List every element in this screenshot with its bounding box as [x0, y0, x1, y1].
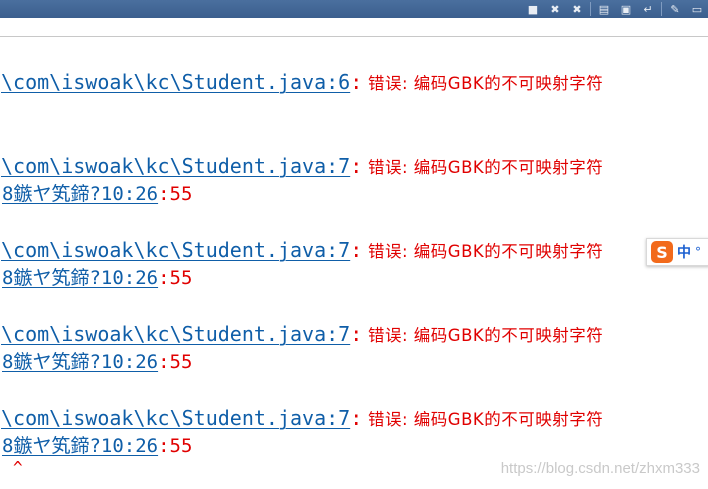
timestamp-tail: :55 — [158, 267, 193, 289]
source-link[interactable]: \com\iswoak\kc\Student.java:7 — [1, 154, 350, 178]
sogou-logo-icon[interactable]: S — [651, 241, 673, 263]
scroll-lock-icon[interactable]: ▤ — [593, 0, 615, 18]
separator-colon: : — [350, 154, 363, 178]
console-divider — [0, 36, 708, 37]
separator-colon: : — [350, 70, 363, 94]
ime-mode-toggle[interactable]: 中 — [677, 242, 691, 262]
source-link[interactable]: \com\iswoak\kc\Student.java:7 — [1, 406, 350, 430]
separator-colon: : — [350, 238, 363, 262]
toolbar-icons: ■ ✖ ✖ ▤ ▣ ↵ ✎ ▭ — [522, 0, 708, 18]
console-error-line: \com\iswoak\kc\Student.java:7: 错误: 编码GBK… — [1, 154, 603, 180]
remove-launch-icon[interactable]: ✖ — [544, 0, 566, 18]
timestamp-tail: :55 — [158, 435, 193, 457]
error-message: 错误: 编码GBK的不可映射字符 — [362, 242, 604, 261]
source-link[interactable]: \com\iswoak\kc\Student.java:6 — [1, 70, 350, 94]
timestamp-line: 8鏃ヤ笂鍗?10:26:55 — [2, 267, 192, 289]
separator-colon: : — [350, 322, 363, 346]
timestamp-line: 8鏃ヤ笂鍗?10:26:55 — [2, 435, 192, 457]
console-toolbar: ■ ✖ ✖ ▤ ▣ ↵ ✎ ▭ — [0, 0, 708, 18]
timestamp-link[interactable]: 8鏃ヤ笂鍗?10:26 — [2, 183, 158, 205]
minimize-icon[interactable]: ▭ — [686, 0, 708, 18]
timestamp-tail: :55 — [158, 183, 193, 205]
timestamp-tail: :55 — [158, 351, 193, 373]
console-error-line: \com\iswoak\kc\Student.java:7: 错误: 编码GBK… — [1, 406, 603, 432]
remove-all-icon[interactable]: ✖ — [566, 0, 588, 18]
timestamp-line: 8鏃ヤ笂鍗?10:26:55 — [2, 183, 192, 205]
show-console-icon[interactable]: ▣ — [615, 0, 637, 18]
error-message: 错误: 编码GBK的不可映射字符 — [362, 410, 604, 429]
toolbar-separator — [661, 2, 662, 16]
timestamp-line: 8鏃ヤ笂鍗?10:26:55 — [2, 351, 192, 373]
error-message: 错误: 编码GBK的不可映射字符 — [362, 326, 604, 345]
watermark: https://blog.csdn.net/zhxm333 — [500, 460, 700, 477]
error-message: 错误: 编码GBK的不可映射字符 — [362, 74, 604, 93]
ime-toolbar[interactable]: S 中 ° — [646, 238, 708, 266]
console-error-line: \com\iswoak\kc\Student.java:7: 错误: 编码GBK… — [1, 322, 603, 348]
source-link[interactable]: \com\iswoak\kc\Student.java:7 — [1, 238, 350, 262]
stop-icon[interactable]: ■ — [522, 0, 544, 18]
timestamp-link[interactable]: 8鏃ヤ笂鍗?10:26 — [2, 351, 158, 373]
timestamp-link[interactable]: 8鏃ヤ笂鍗?10:26 — [2, 267, 158, 289]
source-link[interactable]: \com\iswoak\kc\Student.java:7 — [1, 322, 350, 346]
console-error-line: \com\iswoak\kc\Student.java:7: 错误: 编码GBK… — [1, 238, 603, 264]
error-caret: ^ — [13, 458, 23, 477]
error-message: 错误: 编码GBK的不可映射字符 — [362, 158, 604, 177]
word-wrap-icon[interactable]: ↵ — [637, 0, 659, 18]
console-error-line: \com\iswoak\kc\Student.java:6: 错误: 编码GBK… — [1, 70, 603, 96]
pin-console-icon[interactable]: ✎ — [664, 0, 686, 18]
timestamp-link[interactable]: 8鏃ヤ笂鍗?10:26 — [2, 435, 158, 457]
separator-colon: : — [350, 406, 363, 430]
toolbar-separator — [590, 2, 591, 16]
ime-punctuation-icon[interactable]: ° — [695, 245, 701, 259]
